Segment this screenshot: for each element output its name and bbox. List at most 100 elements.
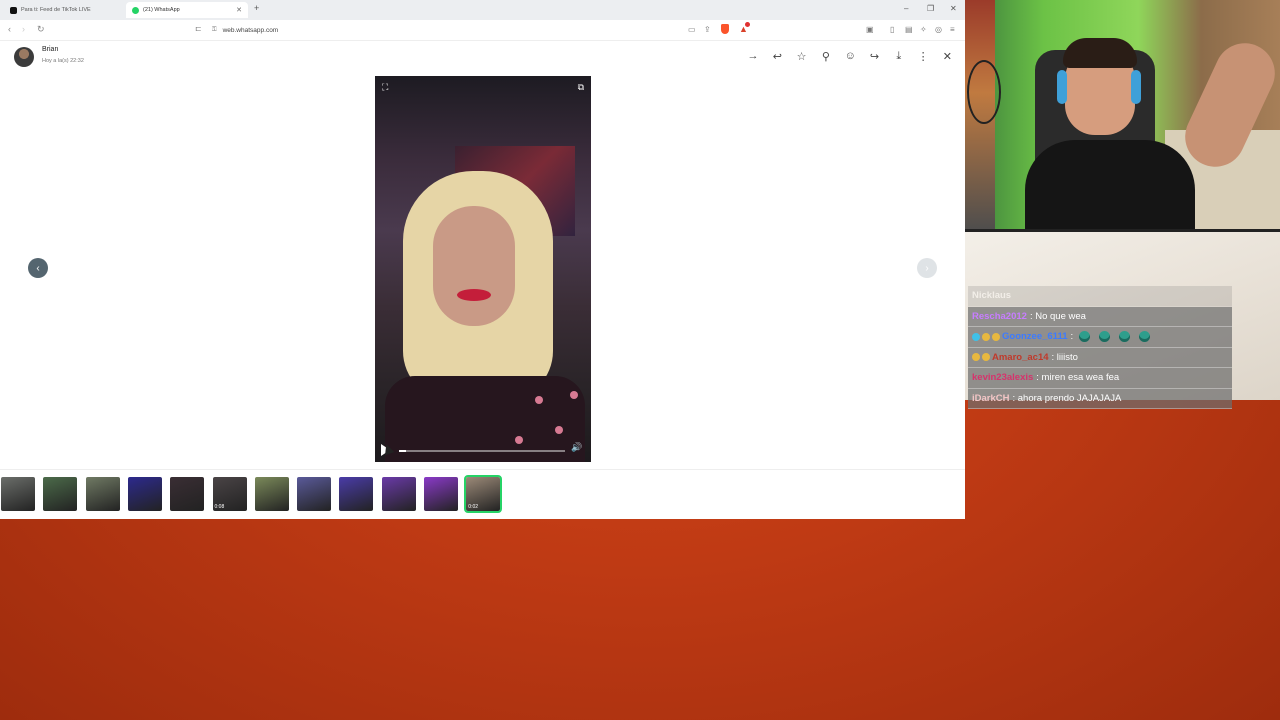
chat-message: Rescha2012: No que wea xyxy=(968,306,1232,327)
chevron-left-icon: ‹ xyxy=(36,262,40,274)
message-timestamp: Hoy a la(s) 22:32 xyxy=(42,58,84,64)
chat-text: : xyxy=(1070,331,1074,343)
video-progress-bar[interactable] xyxy=(399,450,565,452)
dress-flower xyxy=(515,436,523,444)
more-icon[interactable]: ⋮ xyxy=(916,49,930,63)
browser-toolbar: ‹ › ↻ ⊏ ⚿ web.whatsapp.com ▭ ⇪ ▲ ▣ ▯ ▤ ✧… xyxy=(0,20,965,41)
chat-message: iDarkCH: ahora prendo JAJAJAJA xyxy=(968,388,1232,409)
picture-in-picture-icon[interactable]: ⧉ xyxy=(578,82,584,93)
chevron-right-icon: › xyxy=(925,262,929,274)
video-subject-face xyxy=(433,206,515,326)
minimize-button[interactable]: – xyxy=(904,4,908,13)
headset-icon xyxy=(1057,70,1067,104)
avatar[interactable] xyxy=(14,47,34,67)
fullscreen-icon[interactable]: ⛶ xyxy=(382,82,388,93)
forward-icon[interactable]: › xyxy=(22,24,25,34)
chat-message-list: Nicklaus Rescha2012: No que wea Goonzee_61… xyxy=(968,286,1232,409)
side-panel-icon[interactable]: ▯ xyxy=(890,25,894,34)
emoji-icon[interactable]: ☺ xyxy=(843,49,857,63)
webcam-streamer-body xyxy=(1025,140,1195,232)
chat-text: : liiisto xyxy=(1051,351,1078,363)
media-thumbnail[interactable] xyxy=(297,477,332,511)
previous-media-button[interactable]: ‹ xyxy=(28,258,48,278)
address-bar[interactable]: ⚿ web.whatsapp.com xyxy=(212,23,752,37)
chat-username: Goonzee_6111 xyxy=(1002,331,1068,343)
media-thumbnail-strip: 0:08 0:02 xyxy=(0,469,965,519)
next-media-button[interactable]: › xyxy=(917,258,937,278)
tab-tiktok[interactable]: Para ti: Feed de TikTok LIVE xyxy=(4,2,124,18)
chat-username: Amaro_ac14 xyxy=(992,351,1049,363)
tiktok-icon xyxy=(10,6,17,14)
chat-username: iDarkCH xyxy=(972,392,1010,404)
dress-flower xyxy=(555,426,563,434)
user-badge-icon xyxy=(982,332,990,341)
video-subject-lips xyxy=(457,289,491,301)
notification-badge xyxy=(745,22,750,27)
chat-text: : ahora prendo JAJAJAJA xyxy=(1012,392,1122,404)
media-thumbnail[interactable] xyxy=(424,477,458,511)
media-thumbnail[interactable]: 0:02 xyxy=(464,475,503,513)
user-badge-icon xyxy=(972,353,980,362)
tab-title: Para ti: Feed de TikTok LIVE xyxy=(21,7,91,13)
browser-window: Para ti: Feed de TikTok LIVE (21) WhatsA… xyxy=(0,0,965,519)
wallet-icon[interactable]: ▤ xyxy=(905,25,913,34)
media-thumbnail[interactable]: 0:08 xyxy=(212,477,247,511)
media-thumbnail[interactable] xyxy=(43,477,78,511)
media-thumbnail[interactable] xyxy=(85,477,120,511)
media-thumbnail[interactable] xyxy=(1,477,35,511)
menu-icon[interactable]: ≡ xyxy=(950,25,955,34)
chat-text: : miren esa wea fea xyxy=(1036,372,1120,384)
sender-name: Brian xyxy=(42,46,59,53)
dress-flower xyxy=(535,396,543,404)
media-thumbnail[interactable] xyxy=(339,477,374,511)
media-thumbnail[interactable] xyxy=(170,477,205,511)
vpn-icon[interactable]: ◎ xyxy=(935,25,942,34)
dress-flower xyxy=(570,391,578,399)
chat-emote-icon xyxy=(1139,331,1151,343)
share-icon[interactable]: ↪ xyxy=(868,49,882,63)
live-chat-overlay: Nicklaus Rescha2012: No que wea Goonzee_61… xyxy=(965,232,1280,409)
tab-title: (21) WhatsApp xyxy=(143,7,180,13)
extensions-icon[interactable]: ✧ xyxy=(920,25,927,34)
pin-icon[interactable]: ⚲ xyxy=(819,49,833,63)
tab-whatsapp[interactable]: (21) WhatsApp ✕ xyxy=(126,2,248,18)
user-badge-icon xyxy=(992,332,1000,341)
back-icon[interactable]: ‹ xyxy=(8,24,11,34)
chat-emote-icon xyxy=(1099,331,1111,343)
cast-icon[interactable]: ▭ xyxy=(688,25,696,34)
share-page-icon[interactable]: ⇪ xyxy=(704,25,711,34)
webcam-streamer-hair xyxy=(1063,38,1137,68)
media-thumbnail[interactable] xyxy=(127,477,162,511)
video-duration: 0:08 xyxy=(214,504,225,510)
url-text: web.whatsapp.com xyxy=(222,26,279,34)
star-icon[interactable]: ☆ xyxy=(795,49,809,63)
media-thumbnail[interactable] xyxy=(254,477,289,511)
chat-message: Amaro_ac14: liiisto xyxy=(968,347,1232,368)
volume-icon[interactable]: 🔊 xyxy=(571,442,582,453)
chat-username: kevin23alexis xyxy=(972,372,1034,384)
site-info-icon[interactable]: ⚿ xyxy=(212,27,217,34)
download-icon[interactable]: ⤓ xyxy=(892,49,906,63)
sidebar-toggle-icon[interactable]: ▣ xyxy=(866,25,874,34)
reload-icon[interactable]: ↻ xyxy=(37,24,45,35)
window-close-button[interactable]: ✕ xyxy=(950,4,957,13)
chat-message: Goonzee_6111: xyxy=(968,327,1232,348)
tab-bar: Para ti: Feed de TikTok LIVE (21) WhatsA… xyxy=(0,0,965,20)
bookmark-icon[interactable]: ⊏ xyxy=(195,24,202,33)
webcam-overlay xyxy=(965,0,1280,232)
forward-chat-icon[interactable]: → xyxy=(746,49,760,63)
video-player[interactable]: ⛶ ⧉ 🔊 xyxy=(375,76,591,462)
media-thumbnail[interactable] xyxy=(381,477,416,511)
whatsapp-icon xyxy=(132,6,139,14)
media-viewer: Brian Hoy a la(s) 22:32 → ↩ ☆ ⚲ ☺ ↪ ⤓ ⋮ ✕ ⛶ ⧉ 🔊 … xyxy=(0,41,965,519)
new-tab-button[interactable]: + xyxy=(254,3,259,13)
headset-icon xyxy=(1131,70,1141,104)
webcam-fan xyxy=(967,60,1001,124)
close-icon[interactable]: ✕ xyxy=(940,49,954,63)
chat-username: Rescha2012 xyxy=(972,310,1027,322)
brave-shields-icon[interactable] xyxy=(721,24,729,34)
restore-button[interactable]: ❐ xyxy=(927,4,934,13)
tab-close-icon[interactable]: ✕ xyxy=(236,6,242,14)
reply-icon[interactable]: ↩ xyxy=(770,49,784,63)
video-duration: 0:02 xyxy=(468,504,479,510)
